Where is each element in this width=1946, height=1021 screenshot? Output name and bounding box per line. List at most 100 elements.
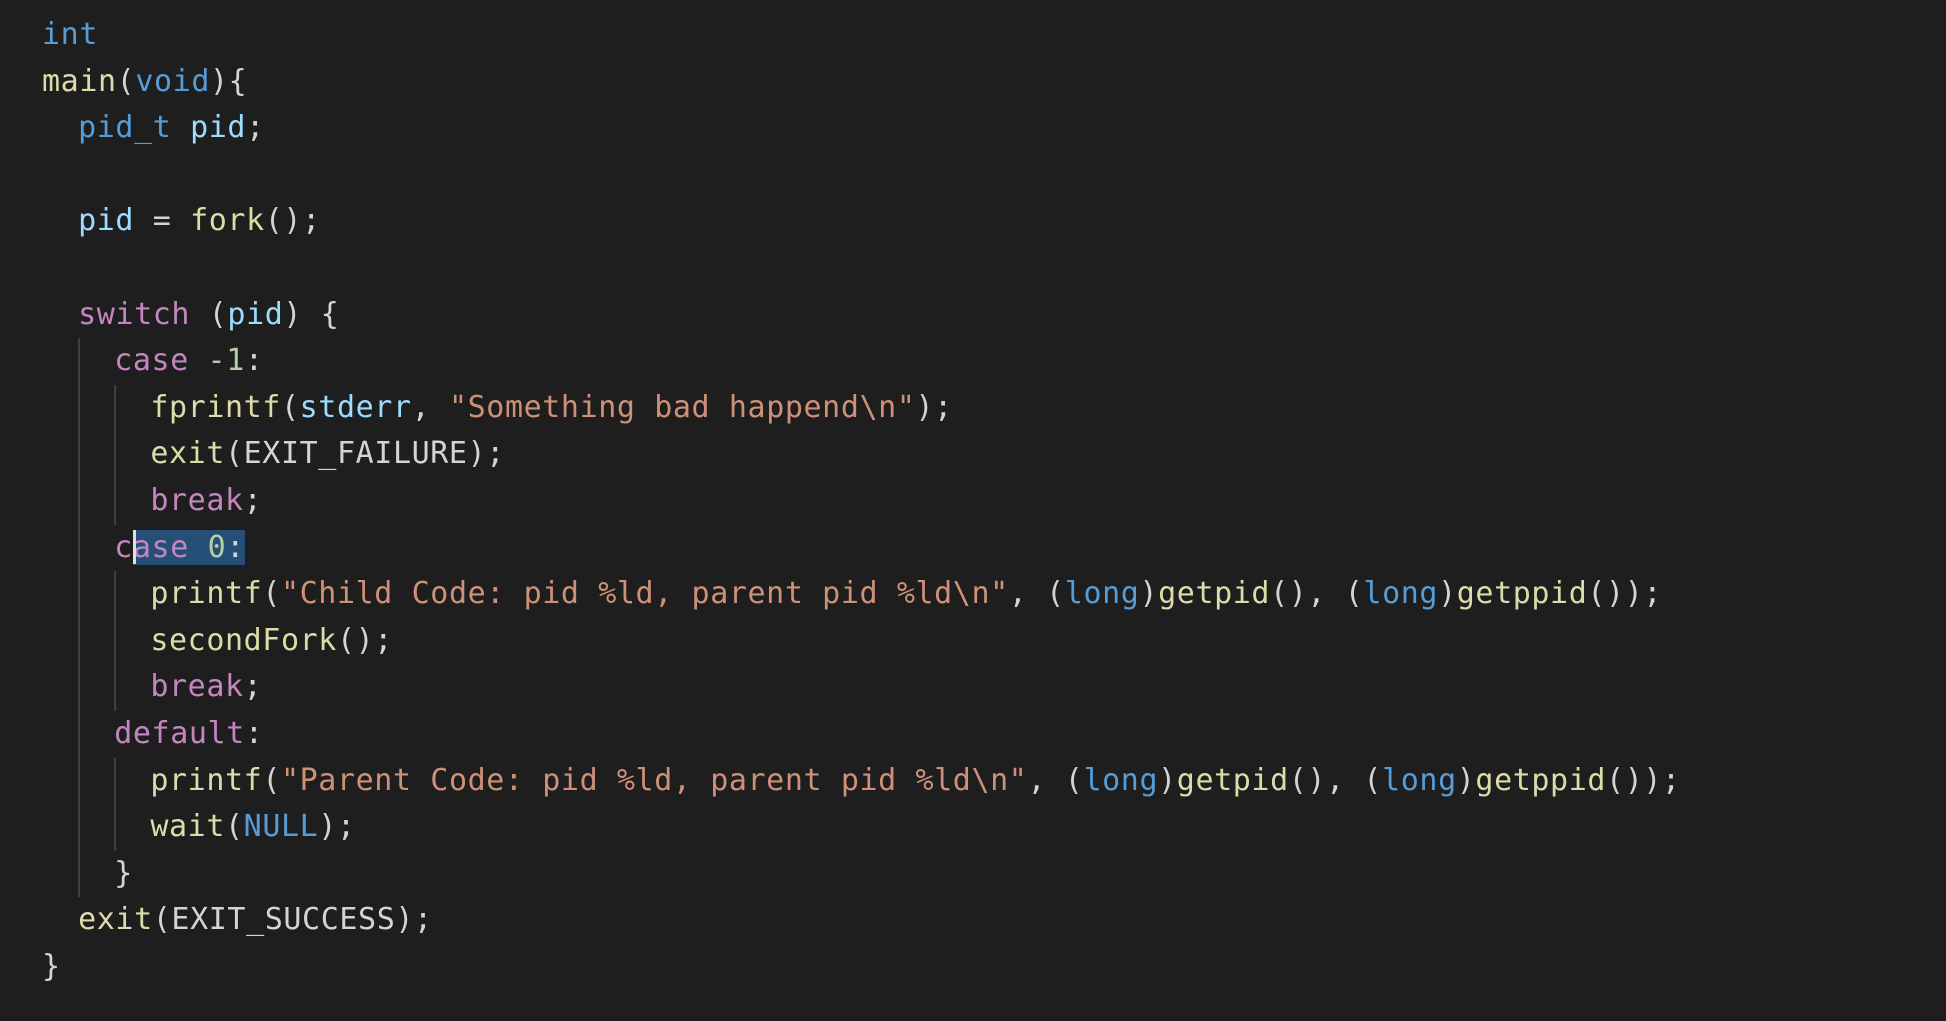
code-token: : <box>226 529 245 565</box>
indent-guide <box>78 384 114 432</box>
code-token: break <box>150 669 244 705</box>
code-line[interactable]: pid = fork(); <box>42 198 1681 245</box>
code-token: ()); <box>1587 576 1663 612</box>
indent-guide <box>42 618 78 665</box>
code-token: } <box>114 855 133 891</box>
code-token: ( <box>280 389 300 425</box>
indent-guide <box>42 198 78 245</box>
code-token: (); <box>264 203 321 239</box>
code-token: getpid <box>1176 762 1289 798</box>
code-token: (), ( <box>1288 762 1383 798</box>
code-line[interactable]: main(void){ <box>42 59 1681 106</box>
code-token: stderr <box>299 389 412 425</box>
code-token: ) <box>1139 576 1159 612</box>
code-line[interactable]: printf("Child Code: pid %ld, parent pid … <box>42 571 1681 618</box>
text-cursor-ibeam <box>133 530 136 564</box>
indent-guide <box>114 571 150 618</box>
code-token: ) <box>1438 576 1457 612</box>
code-line[interactable]: default: <box>42 710 1681 758</box>
code-token: (), ( <box>1270 576 1364 612</box>
code-line[interactable]: int <box>42 12 1681 59</box>
indent-guide <box>78 431 114 478</box>
code-line[interactable]: fprintf(stderr, "Something bad happend\n… <box>42 384 1681 432</box>
indent-guide <box>78 664 114 711</box>
code-token: getppid <box>1475 762 1607 798</box>
code-token: c <box>114 529 133 565</box>
code-line[interactable]: case 0: <box>42 524 1681 572</box>
code-token: main <box>42 63 117 99</box>
code-token: ase <box>132 529 189 565</box>
indent-guide <box>42 245 78 292</box>
indent-guide <box>78 571 114 618</box>
code-editor[interactable]: int main(void){pid_t pid; pid = fork(); swi… <box>42 12 1681 990</box>
indent-guide <box>42 105 78 152</box>
code-token: case <box>114 343 189 379</box>
code-line[interactable]: printf("Parent Code: pid %ld, parent pid… <box>42 757 1681 805</box>
code-token: long <box>1363 576 1439 612</box>
code-token: ()); <box>1606 762 1681 798</box>
code-line[interactable]: exit(EXIT_SUCCESS); <box>42 897 1681 944</box>
code-token: switch <box>78 296 191 332</box>
code-token: = <box>134 203 191 239</box>
code-token: exit <box>150 436 225 472</box>
indent-guide <box>42 571 78 618</box>
indent-guide <box>42 804 78 851</box>
code-line[interactable] <box>42 245 1681 292</box>
code-token: void <box>135 63 210 99</box>
code-line[interactable]: } <box>42 944 1681 991</box>
code-token: ); <box>915 389 953 425</box>
code-token: fprintf <box>150 389 281 425</box>
code-token: 0 <box>207 529 227 565</box>
code-token: ) <box>1456 762 1476 798</box>
code-token: int <box>42 17 98 52</box>
code-token: break <box>150 482 244 518</box>
indent-guide <box>78 850 114 898</box>
code-token: getppid <box>1456 576 1588 612</box>
code-token: ; <box>246 110 265 146</box>
code-line[interactable] <box>42 152 1681 199</box>
indent-guide <box>42 338 78 385</box>
code-token: ) <box>1158 762 1177 798</box>
indent-guide <box>42 897 78 944</box>
indent-guide <box>42 431 78 478</box>
code-line[interactable]: switch (pid) { <box>42 292 1681 339</box>
code-token: "Something bad happend\n" <box>448 389 916 425</box>
indent-guide <box>42 292 78 339</box>
code-token: : <box>244 343 264 379</box>
code-line[interactable]: exit(EXIT_FAILURE); <box>42 431 1681 478</box>
code-token: -1 <box>207 343 245 379</box>
indent-guide <box>114 617 150 665</box>
indent-guide <box>78 757 114 805</box>
code-token: pid <box>190 110 247 146</box>
code-line[interactable]: secondFork(); <box>42 617 1681 665</box>
code-token: "Child Code: pid %ld, parent pid %ld\n" <box>280 576 1009 612</box>
indent-guide <box>114 431 150 478</box>
code-line[interactable]: case -1: <box>42 338 1681 385</box>
code-token: pid <box>227 296 284 332</box>
code-token: getpid <box>1158 576 1271 612</box>
code-line[interactable]: pid_t pid; <box>42 105 1681 152</box>
indent-guide <box>114 384 150 432</box>
code-token: printf <box>150 576 263 612</box>
indent-guide <box>114 664 150 711</box>
code-token: ; <box>243 482 263 518</box>
code-token: NULL <box>243 809 319 845</box>
indent-guide <box>78 524 114 572</box>
code-token: ( <box>224 809 244 845</box>
code-token: long <box>1083 762 1159 798</box>
code-token: (EXIT_FAILURE); <box>224 436 505 472</box>
code-token: , ( <box>1008 576 1065 612</box>
code-line[interactable]: break; <box>42 664 1681 711</box>
code-line[interactable]: wait(NULL); <box>42 804 1681 851</box>
indent-guide <box>114 804 150 851</box>
code-token: ( <box>262 762 281 798</box>
code-token: , <box>411 389 449 425</box>
indent-guide <box>42 664 78 711</box>
indent-guide <box>78 477 114 525</box>
code-token: pid_t <box>78 110 172 146</box>
code-token: ) { <box>283 296 340 332</box>
code-token: secondFork <box>150 622 337 658</box>
code-line[interactable]: } <box>42 850 1681 898</box>
code-line[interactable]: break; <box>42 477 1681 525</box>
code-token: pid <box>78 203 135 239</box>
